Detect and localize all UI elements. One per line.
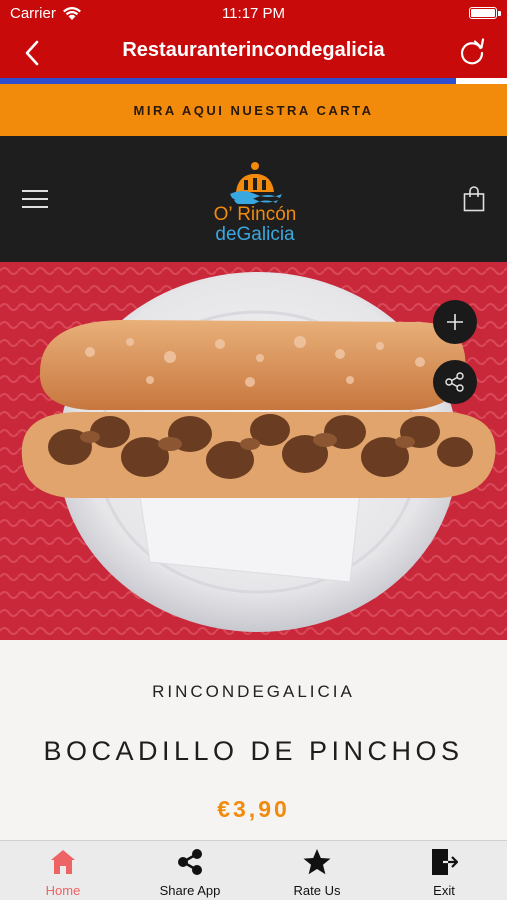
share-product-button[interactable]	[433, 360, 477, 404]
product-image[interactable]	[0, 262, 507, 640]
product-title: BOCADILLO DE PINCHOS	[43, 736, 464, 766]
status-bar: Carrier 11:17 PM	[0, 0, 507, 26]
hamburger-menu-icon[interactable]	[22, 190, 48, 210]
tab-exit[interactable]: Exit	[381, 841, 507, 900]
share-icon	[445, 372, 464, 392]
refresh-button[interactable]	[457, 37, 487, 67]
tab-label-rate: Rate Us	[293, 883, 341, 898]
tab-label-exit: Exit	[433, 883, 455, 898]
product-price: €3,90	[217, 796, 290, 822]
logo-text-line2: deGalicia	[215, 224, 295, 245]
top-bar: Carrier 11:17 PM Restauranterincondegali…	[0, 0, 507, 80]
menu-banner[interactable]: MIRA AQUI NUESTRA CARTA	[0, 84, 507, 136]
logo-emblem-icon	[230, 162, 282, 204]
tab-share-app[interactable]: Share App	[127, 841, 253, 900]
logo-text-line1: O’ Rincón	[213, 204, 297, 225]
exit-icon	[432, 849, 459, 875]
tab-label-share: Share App	[159, 883, 221, 898]
battery-tip	[498, 11, 501, 16]
tab-home[interactable]: Home	[0, 841, 126, 900]
shopping-bag-icon[interactable]	[463, 186, 485, 212]
star-icon	[303, 849, 331, 875]
site-header: O’ Rincón deGalicia	[0, 136, 507, 262]
home-icon	[51, 850, 75, 874]
tab-rate-us[interactable]: Rate Us	[254, 841, 380, 900]
status-time: 11:17 PM	[221, 5, 286, 22]
product-vendor: RINCONDEGALICIA	[152, 682, 355, 701]
add-button[interactable]	[433, 300, 477, 344]
tab-bar: Home Share App Rate Us Exit	[0, 840, 507, 900]
product-photo	[0, 262, 507, 640]
tab-label-home: Home	[45, 883, 81, 898]
back-button[interactable]	[18, 38, 48, 68]
nav-title: Restauranterincondegalicia	[122, 39, 385, 61]
battery-icon	[469, 7, 497, 19]
nav-bar: Restauranterincondegalicia	[0, 26, 507, 78]
site-logo[interactable]: O’ Rincón deGalicia	[200, 158, 310, 248]
plus-icon	[447, 314, 463, 330]
share-nodes-icon	[178, 849, 202, 875]
banner-text: MIRA AQUI NUESTRA CARTA	[133, 102, 374, 118]
product-info: RINCONDEGALICIA BOCADILLO DE PINCHOS €3,…	[0, 640, 507, 840]
